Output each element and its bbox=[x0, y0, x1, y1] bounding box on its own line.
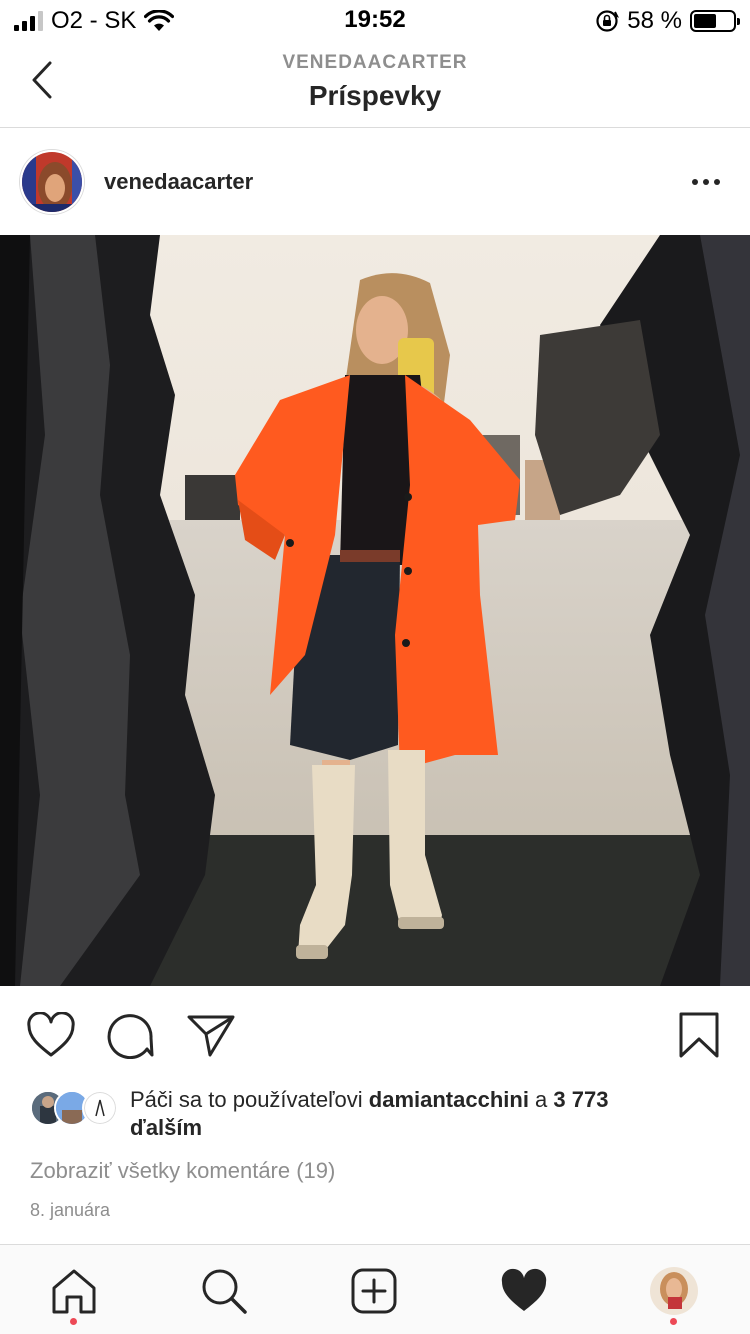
battery-icon bbox=[690, 10, 740, 32]
paper-plane-icon bbox=[187, 1015, 235, 1057]
nav-header: VENEDAACARTER Príspevky bbox=[0, 40, 750, 128]
view-all-comments-link[interactable]: Zobraziť všetky komentáre (19) bbox=[30, 1158, 335, 1184]
battery-percent: 58 % bbox=[627, 7, 682, 34]
post-image[interactable] bbox=[0, 235, 750, 986]
post-photo bbox=[0, 235, 750, 986]
status-bar: O2 - SK 19:52 58 % bbox=[0, 0, 750, 40]
tab-profile[interactable] bbox=[646, 1263, 702, 1325]
nav-username: VENEDAACARTER bbox=[282, 52, 468, 73]
rotation-lock-icon bbox=[596, 10, 620, 32]
post-avatar[interactable] bbox=[20, 150, 84, 214]
bottom-tab-bar bbox=[0, 1244, 750, 1334]
more-options-button[interactable] bbox=[686, 167, 726, 197]
notification-dot bbox=[670, 1318, 677, 1325]
comment-bubble-icon bbox=[107, 1014, 154, 1059]
heart-filled-icon bbox=[501, 1268, 547, 1311]
post-actions bbox=[0, 986, 750, 1076]
more-horizontal-icon bbox=[692, 179, 698, 185]
liker-avatars[interactable] bbox=[30, 1090, 122, 1126]
home-icon bbox=[52, 1269, 96, 1314]
post-username[interactable]: venedaacarter bbox=[104, 169, 253, 195]
post-date: 8. januára bbox=[30, 1200, 111, 1220]
share-button[interactable] bbox=[184, 1008, 238, 1062]
avatar-image bbox=[22, 152, 82, 212]
save-button[interactable] bbox=[672, 1008, 726, 1062]
add-post-icon bbox=[351, 1268, 397, 1314]
comment-button[interactable] bbox=[104, 1008, 158, 1062]
likes-suffix: ďalším bbox=[130, 1115, 203, 1140]
tab-activity[interactable] bbox=[496, 1263, 552, 1319]
likes-prefix: Páči sa to používateľovi bbox=[130, 1087, 369, 1112]
liker-username[interactable]: damiantacchini bbox=[369, 1087, 529, 1112]
page-title: Príspevky bbox=[308, 80, 442, 111]
bookmark-icon bbox=[679, 1012, 719, 1058]
like-button[interactable] bbox=[24, 1008, 78, 1062]
post-header: venedaacarter bbox=[0, 129, 750, 235]
battery-level-fill bbox=[694, 14, 717, 28]
likes-count[interactable]: 3 773 bbox=[553, 1087, 608, 1112]
likes-text[interactable]: Páči sa to používateľovi damiantacchini … bbox=[130, 1086, 720, 1142]
tab-search[interactable] bbox=[196, 1263, 252, 1319]
notification-dot bbox=[70, 1318, 77, 1325]
search-icon bbox=[202, 1269, 247, 1314]
profile-avatar-icon bbox=[650, 1267, 698, 1315]
heart-outline-icon bbox=[27, 1012, 75, 1057]
status-right: 58 % bbox=[595, 6, 740, 36]
likes-connector: a bbox=[528, 1087, 554, 1112]
liker-avatar bbox=[82, 1090, 118, 1126]
tab-home[interactable] bbox=[46, 1263, 102, 1325]
tab-new-post[interactable] bbox=[346, 1263, 402, 1319]
